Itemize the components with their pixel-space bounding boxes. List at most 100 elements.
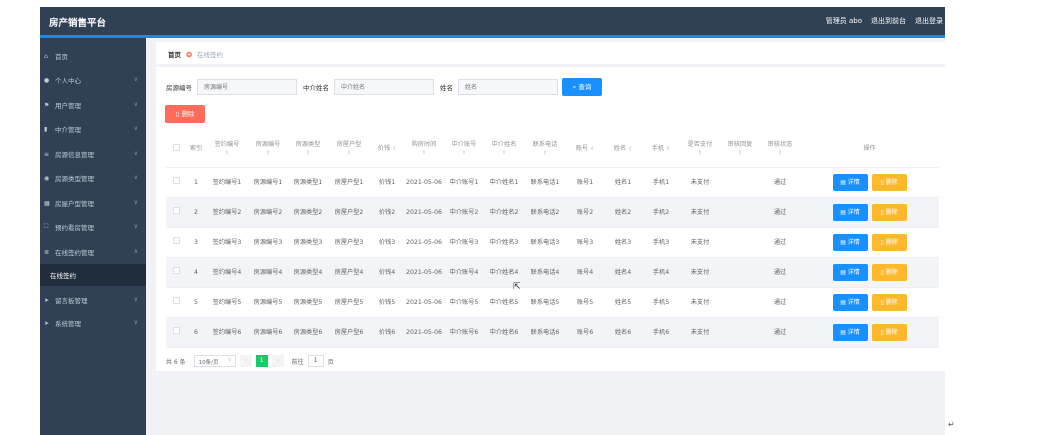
select-all-cell[interactable] bbox=[166, 131, 186, 168]
row-checkbox[interactable] bbox=[172, 237, 180, 244]
col-reply[interactable]: 审核回复 ⇕ bbox=[720, 131, 760, 168]
pagination-total: 共 6 条 bbox=[166, 358, 186, 366]
sort-icon[interactable]: ⇕ bbox=[404, 149, 444, 158]
sidebar-item-house-type[interactable]: ◉ 房源类型管理 ∨ bbox=[40, 166, 146, 190]
detail-button[interactable]: ▤ 详情 bbox=[832, 263, 868, 281]
chevron-down-icon: ∨ bbox=[133, 101, 138, 108]
sidebar-item-messages[interactable]: ➤ 留言板管理 ∨ bbox=[40, 288, 146, 312]
sort-icon[interactable]: ⇕ bbox=[590, 146, 594, 152]
col-house[interactable]: 房源编号 ⇕ bbox=[248, 131, 288, 168]
col-agent-acc[interactable]: 中介账号 ⇕ bbox=[444, 131, 484, 168]
cell-account: 账号3 bbox=[566, 227, 604, 258]
cell-contract: 签约编号6 bbox=[206, 317, 248, 348]
col-phone[interactable]: 联系电话 ⇕ bbox=[524, 131, 566, 168]
search-form: 房源编号 中介姓名 姓名 bbox=[166, 79, 558, 95]
app-window: 房产销售平台 管理员 abo 退出到前台 退出登录 ⌂ 首页 ● 个人中心 ∨ … bbox=[40, 7, 945, 435]
sort-icon[interactable]: ⇕ bbox=[628, 146, 632, 152]
admin-label: 管理员 abo bbox=[825, 17, 862, 25]
sort-icon[interactable]: ⇕ bbox=[524, 149, 566, 158]
back-to-front-link[interactable]: 退出到前台 bbox=[871, 16, 906, 26]
name-input[interactable] bbox=[458, 79, 558, 95]
row-checkbox[interactable] bbox=[172, 267, 180, 274]
detail-button[interactable]: ▤ 详情 bbox=[832, 173, 868, 191]
row-checkbox[interactable] bbox=[172, 177, 180, 184]
cell-price: 价钱2 bbox=[370, 197, 404, 228]
col-name[interactable]: 姓名 ⇕ bbox=[604, 131, 642, 168]
house-no-input[interactable] bbox=[197, 79, 297, 95]
detail-icon: ▤ bbox=[840, 298, 846, 306]
detail-button[interactable]: ▤ 详情 bbox=[832, 293, 868, 311]
col-layout[interactable]: 房屋户型 ⇕ bbox=[328, 131, 370, 168]
col-label: 签约编号 bbox=[214, 140, 240, 148]
col-type[interactable]: 房源类型 ⇕ bbox=[288, 131, 328, 168]
cell-agent-acc: 中介账号5 bbox=[444, 287, 484, 318]
col-account[interactable]: 账号 ⇕ bbox=[566, 131, 604, 168]
breadcrumb-home[interactable]: 首页 bbox=[168, 51, 181, 59]
delete-button[interactable]: ▯ 删除 bbox=[871, 233, 907, 251]
row-checkbox[interactable] bbox=[172, 297, 180, 304]
delete-button[interactable]: ▯ 删除 bbox=[871, 293, 907, 311]
detail-button[interactable]: ▤ 详情 bbox=[832, 233, 868, 251]
col-status[interactable]: 审核状态 ⇕ bbox=[760, 131, 800, 168]
trash-icon: ▯ bbox=[880, 178, 884, 186]
delete-button[interactable]: ▯ 删除 bbox=[871, 263, 907, 281]
sidebar-item-users[interactable]: ⚑ 用户管理 ∨ bbox=[40, 93, 146, 117]
col-price[interactable]: 价钱 ⇕ bbox=[370, 131, 404, 168]
sort-icon[interactable]: ⇕ bbox=[666, 146, 670, 152]
batch-delete-button[interactable]: ▯ 删除 bbox=[165, 105, 205, 123]
agent-name-input[interactable] bbox=[334, 79, 434, 95]
sort-icon[interactable]: ⇕ bbox=[328, 149, 370, 158]
delete-button[interactable]: ▯ 删除 bbox=[871, 173, 907, 191]
page-number-current[interactable]: 1 bbox=[255, 355, 268, 367]
row-checkbox[interactable] bbox=[172, 207, 180, 214]
cell-date: 2021-05-06 bbox=[404, 317, 444, 348]
chevron-down-icon: ∨ bbox=[133, 174, 138, 181]
next-page-button[interactable]: › bbox=[271, 355, 284, 367]
query-button[interactable]: ⌕ 查询 bbox=[562, 78, 602, 96]
sort-icon[interactable]: ⇕ bbox=[760, 149, 800, 158]
cell-type: 房源类型2 bbox=[288, 197, 328, 228]
sidebar-item-viewing[interactable]: ⛶ 预约看房管理 ∨ bbox=[40, 215, 146, 239]
cell-layout: 房屋户型3 bbox=[328, 227, 370, 258]
sort-icon[interactable]: ⇕ bbox=[720, 149, 760, 158]
cell-phone: 联系电话1 bbox=[524, 167, 566, 198]
sidebar-item-house-info[interactable]: ≡ 房源信息管理 ∨ bbox=[40, 142, 146, 166]
goto-page-input[interactable]: 1 bbox=[307, 355, 324, 367]
col-contract[interactable]: 签约编号 ⇕ bbox=[206, 131, 248, 168]
cell-account: 账号5 bbox=[566, 287, 604, 318]
sidebar-item-system[interactable]: ➤ 系统管理 ∨ bbox=[40, 311, 146, 335]
logout-link[interactable]: 退出登录 bbox=[915, 16, 943, 26]
col-date[interactable]: 购房时间 ⇕ bbox=[404, 131, 444, 168]
detail-button[interactable]: ▤ 详情 bbox=[832, 203, 868, 221]
sidebar-item-contract[interactable]: ≣ 在线签约管理 ∧ bbox=[40, 240, 146, 264]
cell-status: 通过 bbox=[760, 197, 800, 228]
col-paid[interactable]: 是否支付 ⇕ bbox=[680, 131, 720, 168]
row-checkbox[interactable] bbox=[172, 327, 180, 334]
sidebar: ⌂ 首页 ● 个人中心 ∨ ⚑ 用户管理 ∨ ▮ 中介管理 ∨ ≡ 房源信息管理… bbox=[40, 38, 146, 435]
cell-mobile: 手机1 bbox=[642, 167, 680, 198]
sidebar-item-agents[interactable]: ▮ 中介管理 ∨ bbox=[40, 117, 146, 141]
cell-type: 房源类型4 bbox=[288, 257, 328, 288]
detail-label: 详情 bbox=[847, 238, 860, 246]
delete-button[interactable]: ▯ 删除 bbox=[871, 323, 907, 341]
sidebar-item-home[interactable]: ⌂ 首页 bbox=[40, 44, 146, 68]
col-agent-name[interactable]: 中介姓名 ⇕ bbox=[484, 131, 524, 168]
detail-button[interactable]: ▤ 详情 bbox=[832, 323, 868, 341]
sort-icon[interactable]: ⇕ bbox=[392, 146, 396, 152]
sort-icon[interactable]: ⇕ bbox=[248, 149, 288, 158]
sidebar-item-personal[interactable]: ● 个人中心 ∨ bbox=[40, 68, 146, 92]
col-mobile[interactable]: 手机 ⇕ bbox=[642, 131, 680, 168]
sort-icon[interactable]: ⇕ bbox=[484, 149, 524, 158]
prev-page-button[interactable]: ‹ bbox=[239, 355, 252, 367]
sort-icon[interactable]: ⇕ bbox=[444, 149, 484, 158]
page-size-select[interactable]: 10条/页 ∨ bbox=[193, 355, 236, 367]
sidebar-item-house-layout[interactable]: ▦ 房屋户型管理 ∨ bbox=[40, 191, 146, 215]
col-label: 审核状态 bbox=[767, 140, 793, 148]
select-all-checkbox[interactable] bbox=[172, 143, 180, 151]
sidebar-subitem-contract[interactable]: 在线签约 bbox=[40, 264, 146, 286]
sort-icon[interactable]: ⇕ bbox=[288, 149, 328, 158]
sort-icon[interactable]: ⇕ bbox=[206, 149, 248, 158]
sidebar-item-label: 系统管理 bbox=[55, 320, 81, 328]
sort-icon[interactable]: ⇕ bbox=[680, 149, 720, 158]
delete-button[interactable]: ▯ 删除 bbox=[871, 203, 907, 221]
